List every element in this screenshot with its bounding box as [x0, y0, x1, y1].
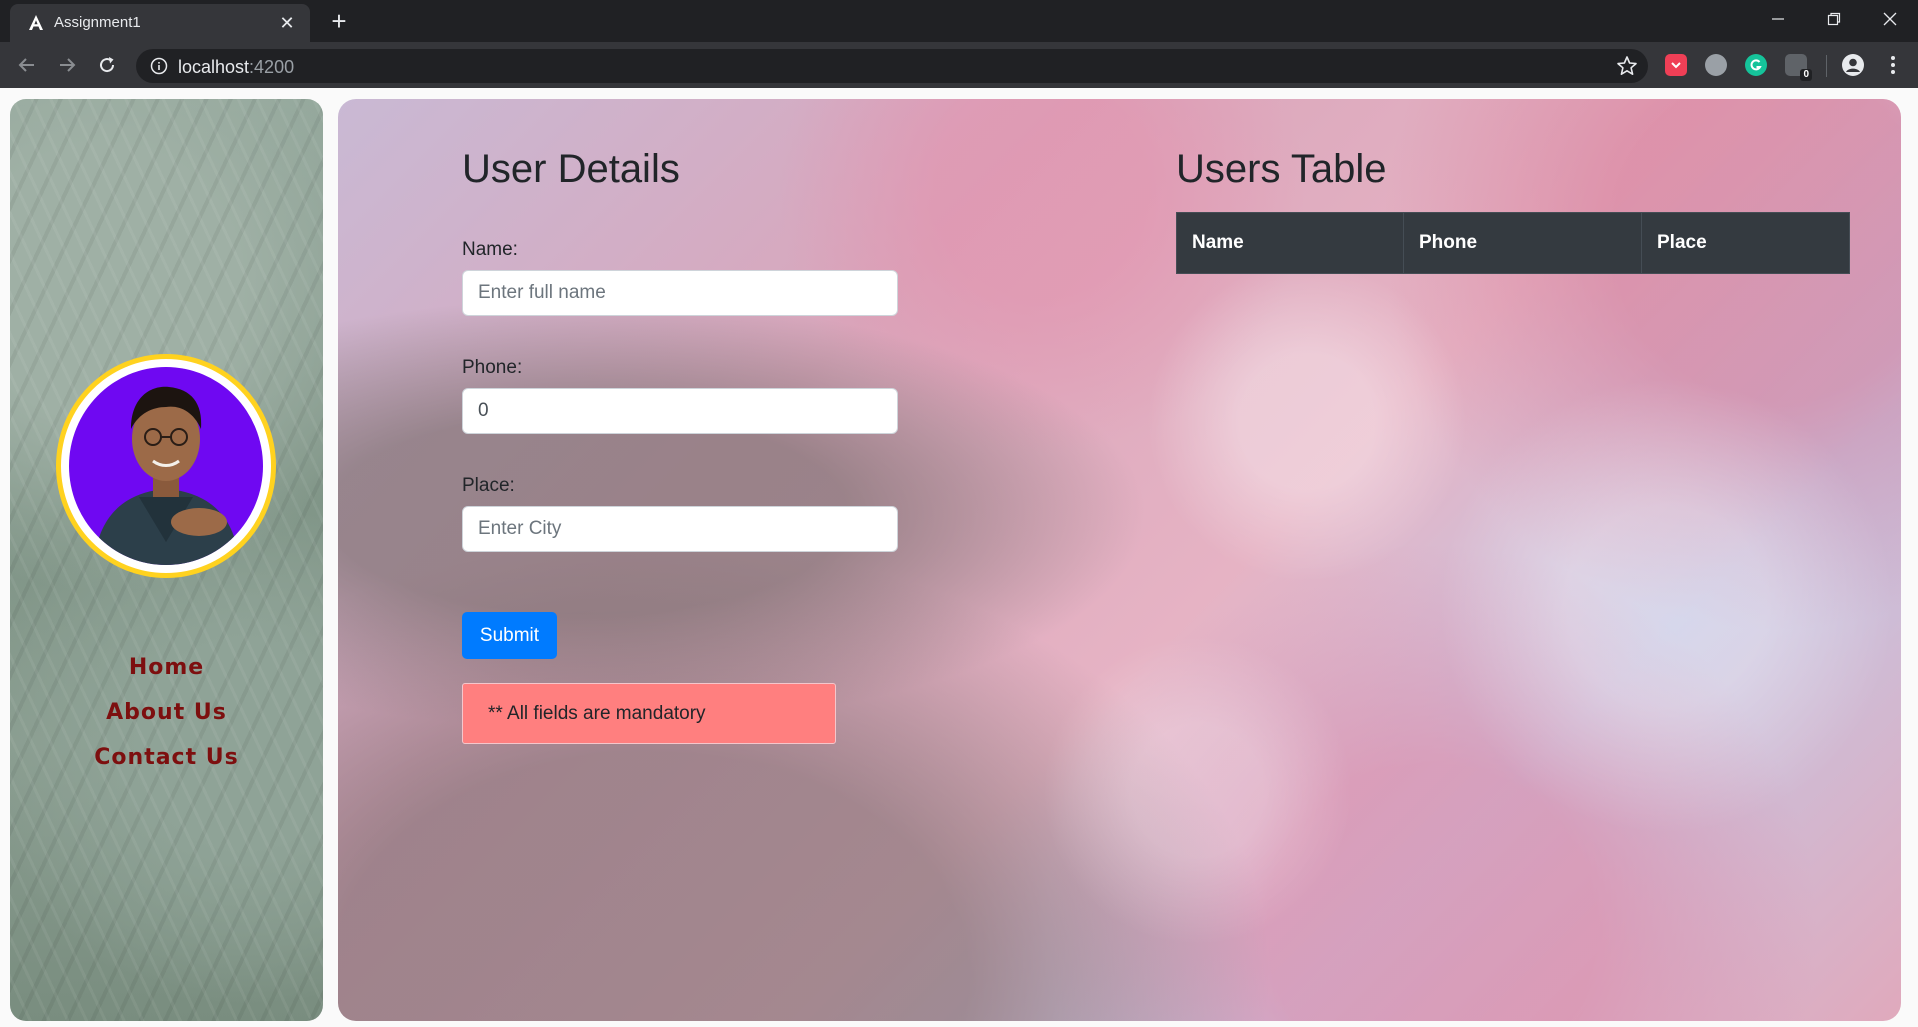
kebab-menu-icon[interactable]	[1878, 50, 1908, 80]
place-label: Place:	[462, 475, 515, 496]
nav-link-home[interactable]: Home	[10, 645, 323, 690]
new-tab-button[interactable]: +	[324, 6, 354, 36]
browser-toolbar: localhost:4200 0	[0, 42, 1918, 88]
minimize-icon[interactable]	[1750, 0, 1806, 38]
phone-input[interactable]	[462, 388, 898, 434]
url-port: :4200	[249, 57, 295, 77]
place-input[interactable]	[462, 506, 898, 552]
name-input[interactable]	[462, 270, 898, 316]
nav-link-contact-us[interactable]: Contact Us	[10, 735, 323, 780]
toolbar-divider	[1826, 55, 1827, 77]
sidebar: Home About Us Contact Us	[10, 99, 323, 1021]
nav-link-about-us[interactable]: About Us	[10, 690, 323, 735]
grammarly-extension-icon[interactable]	[1745, 54, 1767, 76]
url-text: localhost:4200	[178, 57, 294, 77]
avatar-frame	[56, 354, 276, 578]
name-label: Name:	[462, 239, 518, 260]
angular-favicon-icon	[26, 13, 46, 33]
main-panel: User Details Name: Phone: Place: Submit …	[338, 99, 1901, 1021]
profile-avatar	[69, 367, 263, 565]
page-viewport: Home About Us Contact Us User Details Na…	[0, 88, 1918, 1027]
browser-tab[interactable]: Assignment1 ✕	[10, 4, 310, 42]
bookmark-star-icon[interactable]	[1616, 55, 1638, 77]
phone-label: Phone:	[462, 357, 523, 378]
tab-title: Assignment1	[54, 14, 141, 31]
pocket-extension-icon[interactable]	[1665, 54, 1687, 76]
address-bar[interactable]: localhost:4200	[136, 49, 1648, 83]
users-table-heading: Users Table	[1176, 147, 1387, 191]
column-header-phone: Phone	[1403, 212, 1642, 274]
sidebar-nav: Home About Us Contact Us	[10, 645, 323, 780]
back-arrow-icon[interactable]	[12, 50, 42, 80]
mandatory-fields-alert: ** All fields are mandatory	[462, 683, 836, 744]
extension-badge: 0	[1800, 69, 1812, 81]
forward-arrow-icon[interactable]	[52, 50, 82, 80]
tab-close-icon[interactable]: ✕	[274, 10, 300, 36]
table-header-row: Name Phone Place	[1176, 212, 1850, 274]
profile-avatar-icon[interactable]	[1838, 50, 1868, 80]
window-close-icon[interactable]	[1862, 0, 1918, 38]
user-details-heading: User Details	[462, 147, 680, 191]
compass-extension-icon[interactable]	[1705, 54, 1727, 76]
url-host: localhost	[178, 57, 250, 77]
person-portrait-icon	[94, 386, 239, 565]
users-table: Name Phone Place	[1176, 212, 1850, 274]
column-header-name: Name	[1176, 212, 1404, 274]
column-header-place: Place	[1641, 212, 1850, 274]
submit-button[interactable]: Submit	[462, 612, 557, 659]
restore-icon[interactable]	[1806, 0, 1862, 38]
reload-icon[interactable]	[92, 50, 122, 80]
site-info-icon[interactable]	[150, 57, 168, 75]
counter-extension-icon[interactable]: 0	[1785, 54, 1812, 81]
browser-tab-strip: Assignment1 ✕ +	[0, 0, 1918, 42]
